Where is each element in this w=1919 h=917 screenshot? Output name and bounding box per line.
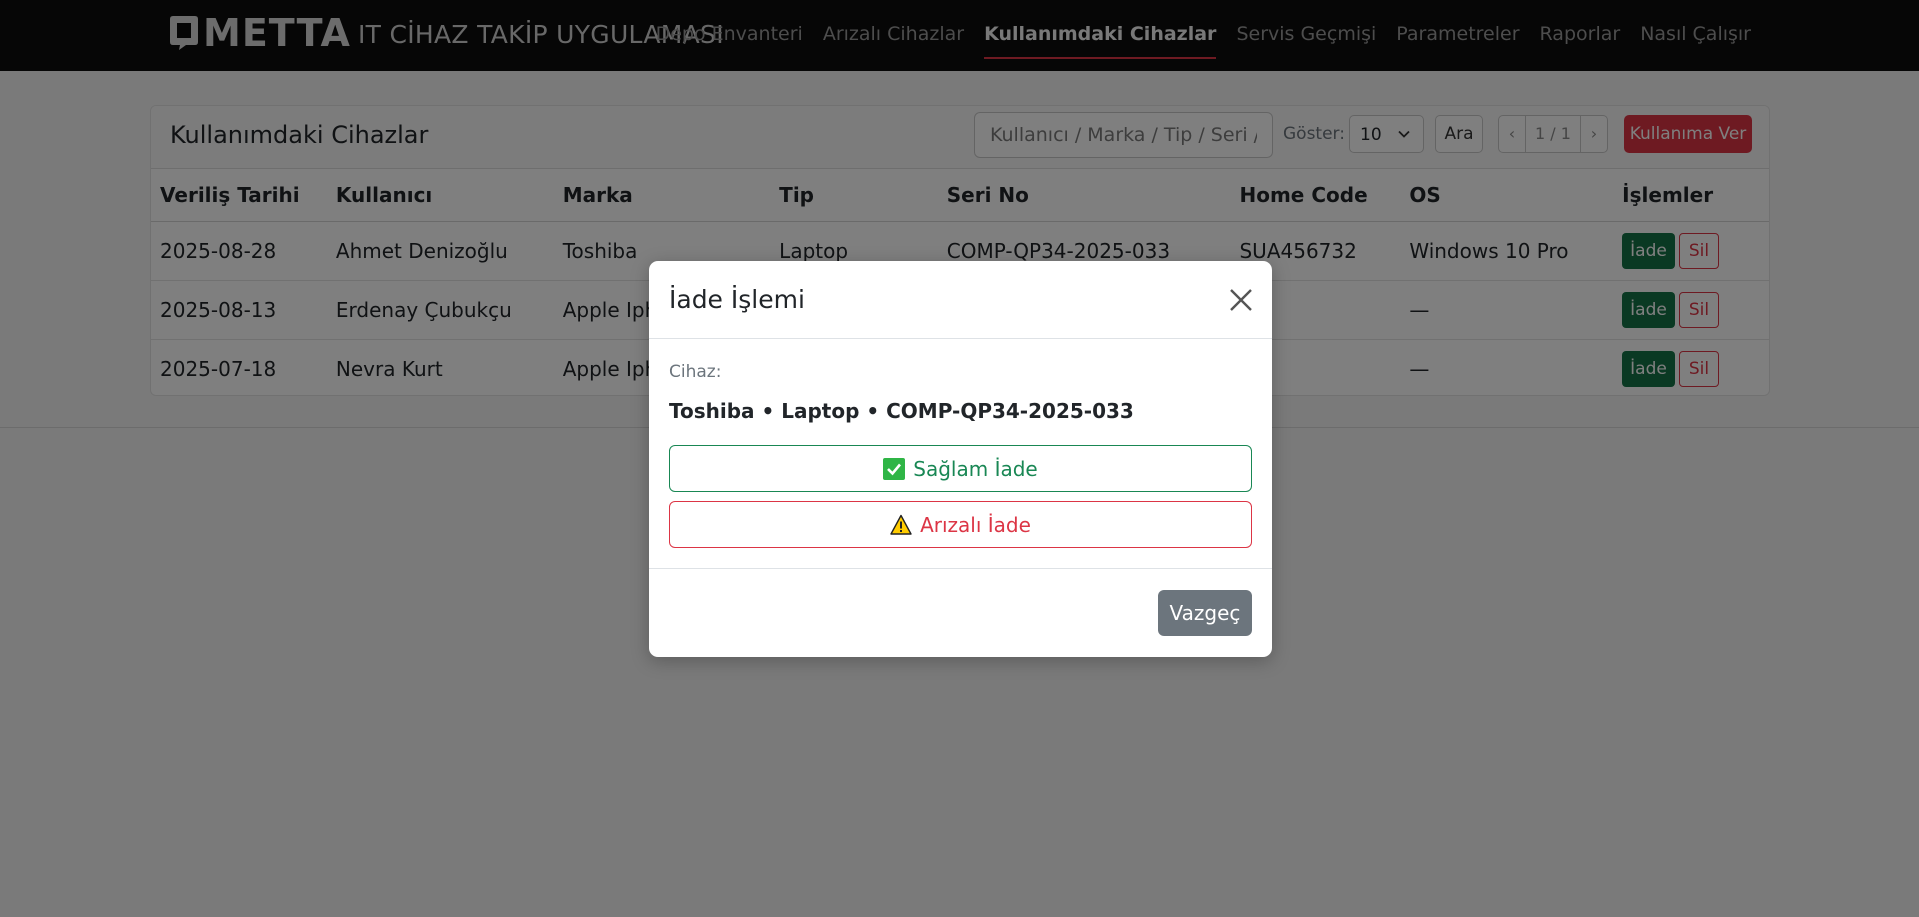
faulty-return-button[interactable]: Arızalı İade: [669, 501, 1252, 548]
ok-return-button[interactable]: Sağlam İade: [669, 445, 1252, 492]
check-box-icon: [883, 457, 906, 480]
ok-return-label: Sağlam İade: [913, 456, 1038, 481]
cancel-button[interactable]: Vazgeç: [1158, 590, 1252, 636]
warning-icon: [890, 514, 912, 535]
faulty-return-label: Arızalı İade: [920, 512, 1031, 537]
device-value: Toshiba • Laptop • COMP-QP34-2025-033: [669, 399, 1134, 423]
modal-footer: Vazgeç: [649, 568, 1272, 657]
return-modal: İade İşlemi Cihaz: Toshiba • Laptop • CO…: [649, 261, 1272, 657]
modal-header: İade İşlemi: [649, 261, 1272, 339]
device-label: Cihaz:: [669, 362, 722, 382]
close-icon[interactable]: [1228, 287, 1254, 313]
modal-title: İade İşlemi: [669, 285, 805, 314]
